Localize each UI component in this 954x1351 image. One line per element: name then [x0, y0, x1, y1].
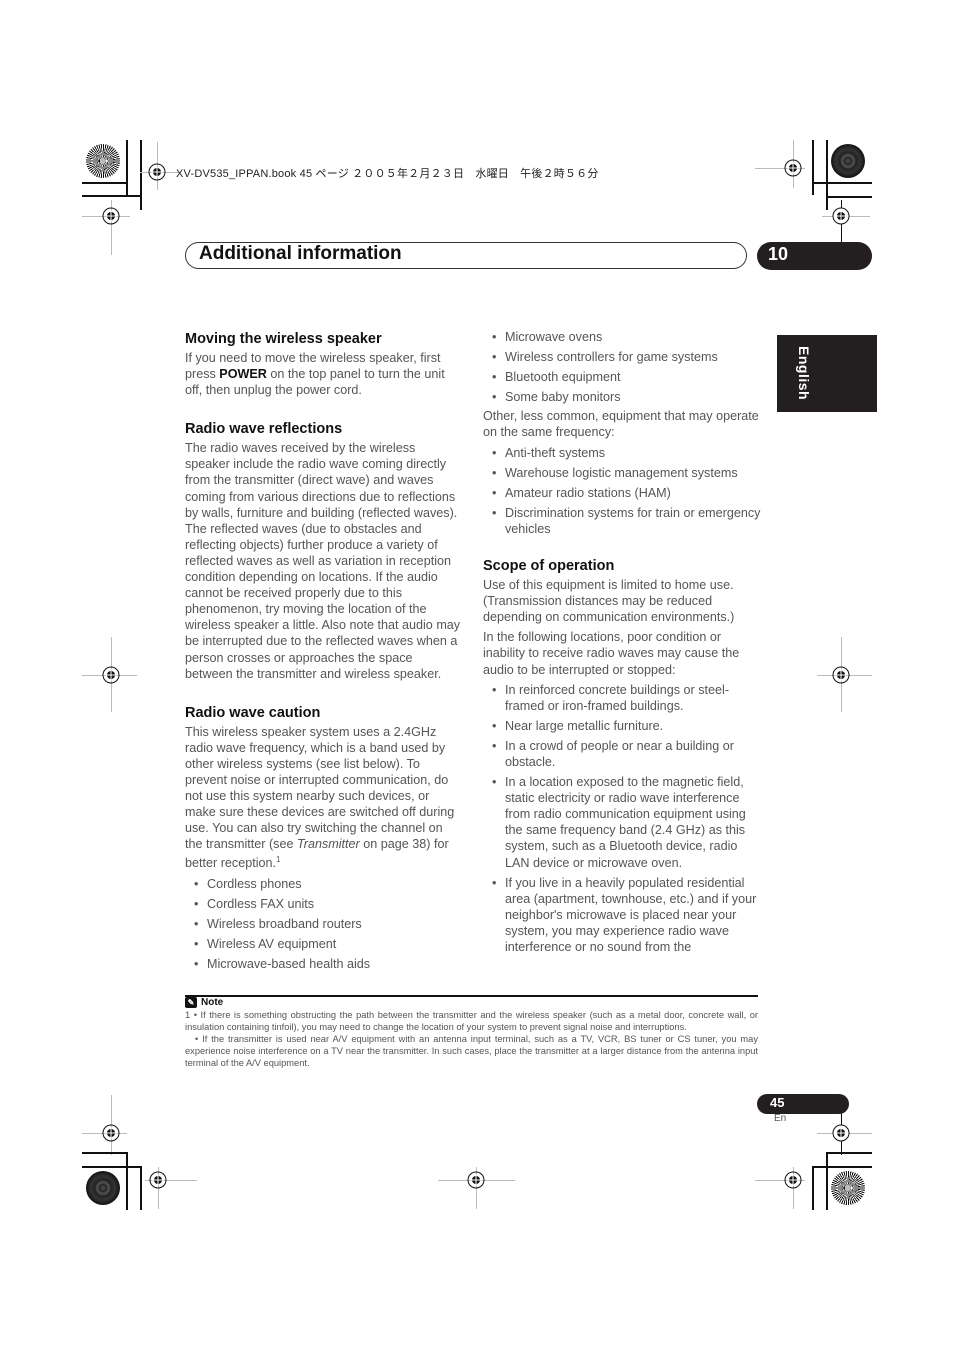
registration-disc-icon	[86, 1171, 120, 1205]
list-item: Wireless AV equipment	[185, 936, 463, 952]
other-equipment-list: Anti-theft systems Warehouse logistic ma…	[483, 445, 761, 537]
crop-line	[826, 140, 828, 210]
crop-line	[82, 182, 127, 184]
list-item: Wireless controllers for game systems	[483, 349, 761, 365]
registration-starburst-icon	[831, 1171, 865, 1205]
other-equipment-intro: Other, less common, equipment that may o…	[483, 409, 759, 440]
list-item: Cordless FAX units	[185, 896, 463, 912]
registration-crosshair-icon	[784, 159, 802, 177]
list-item: Microwave-based health aids	[185, 956, 463, 972]
heading-radio-wave-caution: Radio wave caution	[185, 704, 321, 721]
language-tab	[777, 335, 877, 412]
list-item: In a crowd of people or near a building …	[483, 738, 761, 770]
text: This wireless speaker system uses a 2.4G…	[185, 724, 455, 852]
crop-line	[126, 140, 128, 195]
crop-line	[82, 195, 142, 197]
list-item: Some baby monitors	[483, 389, 761, 405]
interfering-devices-list-continued: Microwave ovens Wireless controllers for…	[483, 329, 761, 405]
note-divider	[185, 995, 758, 997]
registration-starburst-icon	[86, 144, 120, 178]
transmitter-reference: Transmitter	[297, 837, 360, 852]
crop-line	[812, 140, 814, 195]
list-item: Warehouse logistic management systems	[483, 465, 761, 481]
print-job-line: XV-DV535_IPPAN.book 45 ページ ２００５年２月２３日 水曜…	[176, 168, 599, 180]
registration-crosshair-icon	[149, 1171, 167, 1189]
list-item: In reinforced concrete buildings or stee…	[483, 682, 761, 714]
crop-line	[126, 1152, 128, 1210]
crop-line	[812, 182, 872, 184]
list-item: Microwave ovens	[483, 329, 761, 345]
note-label: Note	[201, 997, 224, 1008]
crop-line	[82, 1166, 142, 1168]
registration-crosshair-icon	[148, 163, 166, 181]
section-title: Additional information	[199, 243, 402, 264]
footnote-ref: 1	[276, 855, 281, 865]
crop-line	[826, 196, 872, 198]
crop-line	[140, 140, 142, 210]
registration-crosshair-icon	[102, 1124, 120, 1142]
footnote-1: 1 • If there is something obstructing th…	[185, 1010, 758, 1032]
heading-scope-of-operation: Scope of operation	[483, 558, 615, 575]
chapter-number: 10	[768, 244, 789, 264]
language-tab-label: English	[796, 346, 812, 401]
pencil-note-icon: ✎	[185, 997, 197, 1008]
registration-crosshair-icon	[832, 1124, 850, 1142]
list-item: Near large metallic furniture.	[483, 718, 761, 734]
interfering-devices-list: Cordless phones Cordless FAX units Wirel…	[185, 876, 463, 973]
note-header: ✎ Note	[185, 997, 223, 1008]
footnote-1b: • If the transmitter is used near A/V eq…	[185, 1034, 758, 1068]
crop-line	[140, 1166, 142, 1210]
crop-line	[812, 1166, 814, 1210]
heading-moving-speaker: Moving the wireless speaker	[185, 331, 382, 347]
caution-text: This wireless speaker system uses a 2.4G…	[185, 724, 463, 872]
poor-reception-locations-list: In reinforced concrete buildings or stee…	[483, 682, 761, 956]
registration-crosshair-icon	[467, 1171, 485, 1189]
right-column: Microwave ovens Wireless controllers for…	[483, 327, 761, 955]
page-language: En	[774, 1113, 787, 1124]
moving-speaker-text: If you need to move the wireless speaker…	[185, 350, 463, 398]
heading-radio-wave-reflections: Radio wave reflections	[185, 421, 343, 438]
registration-disc-icon	[831, 144, 865, 178]
scope-paragraph-1: Use of this equipment is limited to home…	[483, 578, 735, 625]
list-item: Cordless phones	[185, 876, 463, 892]
registration-crosshair-icon	[102, 207, 120, 225]
left-column: Moving the wireless speaker If you need …	[185, 330, 463, 972]
page-number: 45	[770, 1095, 785, 1110]
list-item: If you live in a heavily populated resid…	[483, 875, 761, 955]
list-item: Discrimination systems for train or emer…	[483, 505, 761, 537]
registration-crosshair-icon	[832, 666, 850, 684]
list-item: Amateur radio stations (HAM)	[483, 485, 761, 501]
power-button-name: POWER	[219, 367, 267, 382]
registration-crosshair-icon	[102, 666, 120, 684]
crop-line	[826, 1152, 872, 1154]
list-item: Wireless broadband routers	[185, 916, 463, 932]
list-item: Bluetooth equipment	[483, 369, 761, 385]
crop-line	[812, 1166, 872, 1168]
reflections-text: The radio waves received by the wireless…	[185, 441, 461, 681]
scope-paragraph-2: In the following locations, poor conditi…	[483, 630, 740, 677]
registration-crosshair-icon	[832, 207, 850, 225]
list-item: Anti-theft systems	[483, 445, 761, 461]
crop-line	[82, 1152, 127, 1154]
note-body: 1 • If there is something obstructing th…	[185, 1009, 758, 1069]
crop-line	[826, 1152, 828, 1210]
list-item: In a location exposed to the magnetic fi…	[483, 774, 761, 871]
registration-crosshair-icon	[784, 1171, 802, 1189]
